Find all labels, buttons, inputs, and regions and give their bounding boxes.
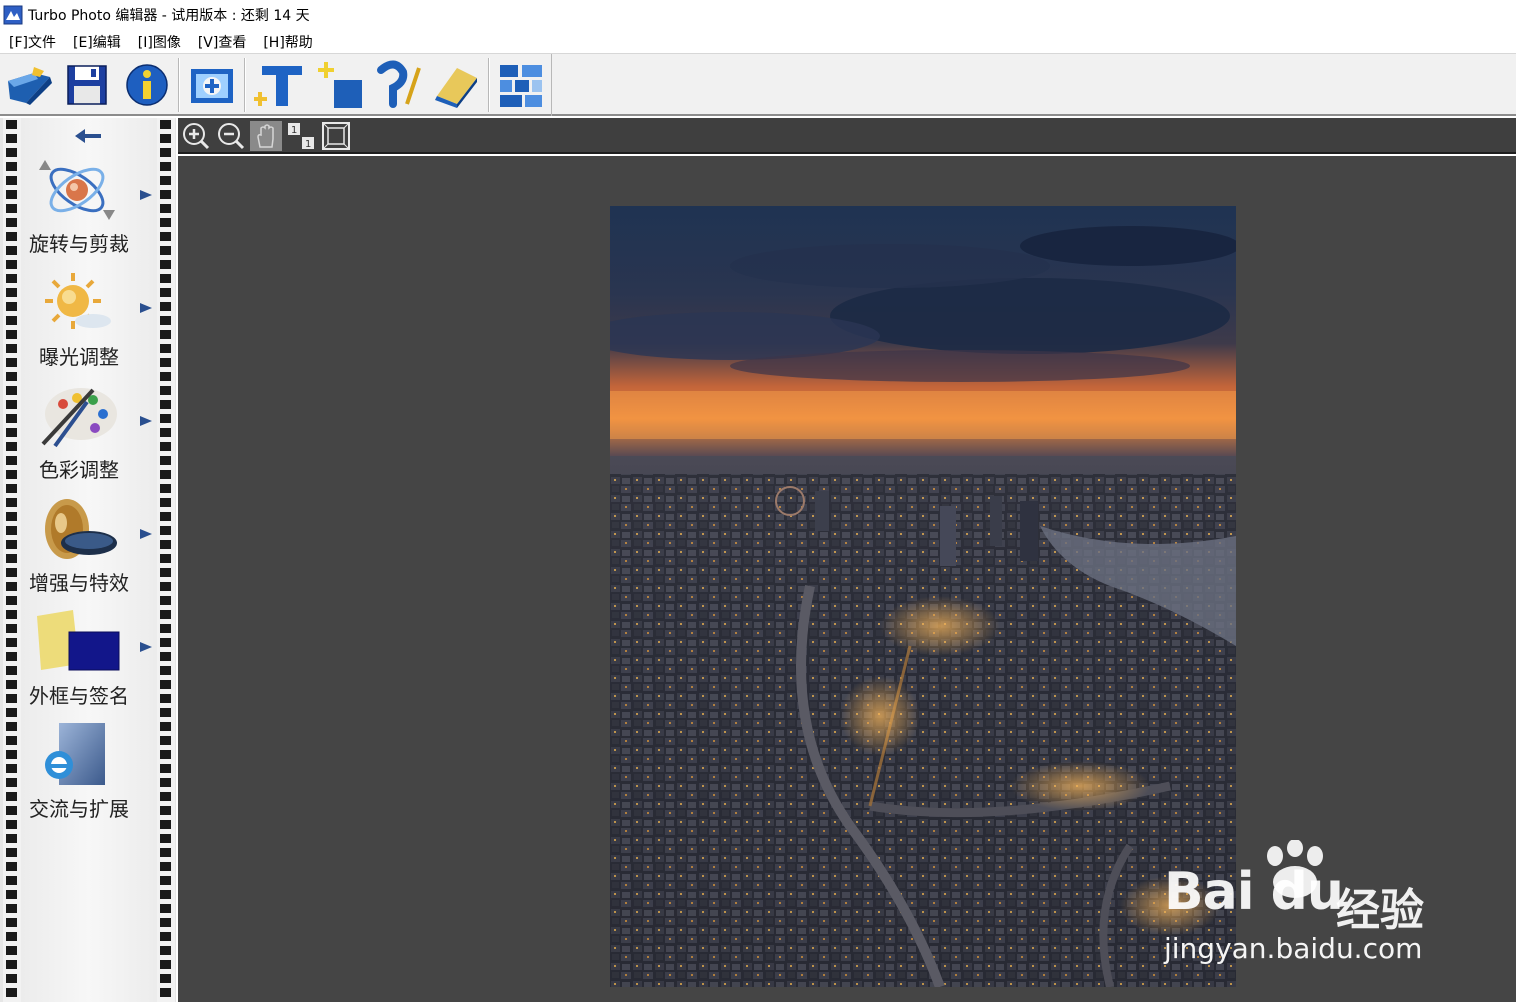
toolbar-end-divider (551, 54, 552, 116)
tool-frame-signature[interactable]: 外框与签名 (21, 608, 157, 720)
add-text-icon (254, 66, 302, 106)
zoom-out-icon (218, 123, 245, 150)
batch-button[interactable] (493, 58, 549, 112)
save-button[interactable] (59, 58, 115, 112)
submenu-arrow-icon (139, 525, 153, 539)
menu-edit[interactable]: [E]编辑 (73, 31, 121, 53)
toolbar-separator (178, 58, 180, 112)
enhance-lens-icon (33, 495, 121, 563)
tool-exposure[interactable]: 曝光调整 (21, 269, 157, 381)
submenu-arrow-icon (139, 186, 153, 200)
eraser-icon (435, 68, 477, 108)
fit-window-button[interactable] (320, 121, 352, 151)
title-bar: Turbo Photo 编辑器 - 试用版本 : 还剩 14 天 (0, 0, 1516, 30)
menu-help[interactable]: [H]帮助 (263, 31, 312, 53)
share-ie-icon (33, 721, 121, 789)
aerial-city-dusk-photo (610, 206, 1236, 987)
zoom-in-icon (183, 123, 210, 150)
eraser-button[interactable] (428, 58, 484, 112)
zoom-out-button[interactable] (215, 121, 247, 151)
svg-text:1: 1 (291, 125, 297, 136)
batch-grid-icon (500, 65, 542, 107)
add-image-icon (191, 69, 233, 103)
rotate-crop-icon (33, 156, 121, 224)
exposure-sun-icon (33, 269, 121, 337)
add-text-button[interactable] (251, 58, 307, 112)
info-icon (126, 64, 168, 106)
back-arrow-icon[interactable] (71, 126, 107, 146)
menu-image[interactable]: [I]图像 (138, 31, 181, 53)
actual-size-icon: 1 1 (288, 123, 314, 150)
tool-share-extend[interactable]: 交流与扩展 (21, 721, 157, 833)
tool-label: 曝光调整 (39, 345, 119, 369)
svg-text:1: 1 (305, 139, 311, 150)
open-button[interactable] (1, 58, 57, 112)
undo-brush-icon (377, 60, 421, 108)
fit-window-icon (322, 122, 350, 150)
baidu-watermark: Bai du 经验 jingyan.baidu.com (1160, 840, 1460, 970)
tool-rotate-crop[interactable]: 旋转与剪裁 (21, 156, 157, 268)
submenu-arrow-icon (139, 299, 153, 313)
pan-hand-button[interactable] (250, 121, 282, 151)
tool-color[interactable]: 色彩调整 (21, 382, 157, 494)
actual-size-button[interactable]: 1 1 (285, 121, 317, 151)
toolbar-separator (244, 58, 246, 112)
undo-button[interactable] (370, 58, 426, 112)
frame-signature-icon (33, 608, 121, 676)
tool-label: 色彩调整 (39, 458, 119, 482)
add-layer-icon (318, 62, 362, 108)
film-strip-right (157, 118, 175, 1002)
menu-bar: [F]文件 [E]编辑 [I]图像 [V]查看 [H]帮助 (0, 30, 1516, 54)
tool-label: 交流与扩展 (29, 797, 129, 821)
watermark-url: jingyan.baidu.com (1164, 932, 1423, 965)
add-image-button[interactable] (184, 58, 240, 112)
menu-view[interactable]: [V]查看 (198, 31, 247, 53)
film-strip-left (3, 118, 21, 1002)
toolbar-separator (488, 58, 490, 112)
zoom-toolbar: 1 1 (178, 118, 1516, 154)
window-title: Turbo Photo 编辑器 - 试用版本 : 还剩 14 天 (28, 8, 310, 24)
zoom-in-button[interactable] (180, 121, 212, 151)
color-palette-icon (33, 382, 121, 450)
watermark-brand: Bai du (1164, 862, 1344, 922)
app-logo-icon (3, 5, 23, 25)
submenu-arrow-icon (139, 412, 153, 426)
tool-label: 增强与特效 (29, 571, 129, 595)
tool-enhance[interactable]: 增强与特效 (21, 495, 157, 607)
pan-hand-icon (257, 124, 274, 148)
save-disk-icon (67, 65, 107, 105)
tool-list: 旋转与剪裁 曝光调整 色彩调整 增强与特效 外框与签名 交流与扩展 (21, 118, 157, 1002)
tool-label: 外框与签名 (29, 684, 129, 708)
main-toolbar (0, 54, 1516, 116)
tool-panel: 旋转与剪裁 曝光调整 色彩调整 增强与特效 外框与签名 交流与扩展 (0, 118, 176, 1002)
tool-label: 旋转与剪裁 (29, 232, 129, 256)
menu-file[interactable]: [F]文件 (9, 31, 56, 53)
submenu-arrow-icon (139, 638, 153, 652)
info-button[interactable] (119, 58, 175, 112)
add-layer-button[interactable] (311, 58, 367, 112)
open-folder-icon (8, 67, 52, 105)
watermark-cn: 经验 (1336, 885, 1424, 936)
